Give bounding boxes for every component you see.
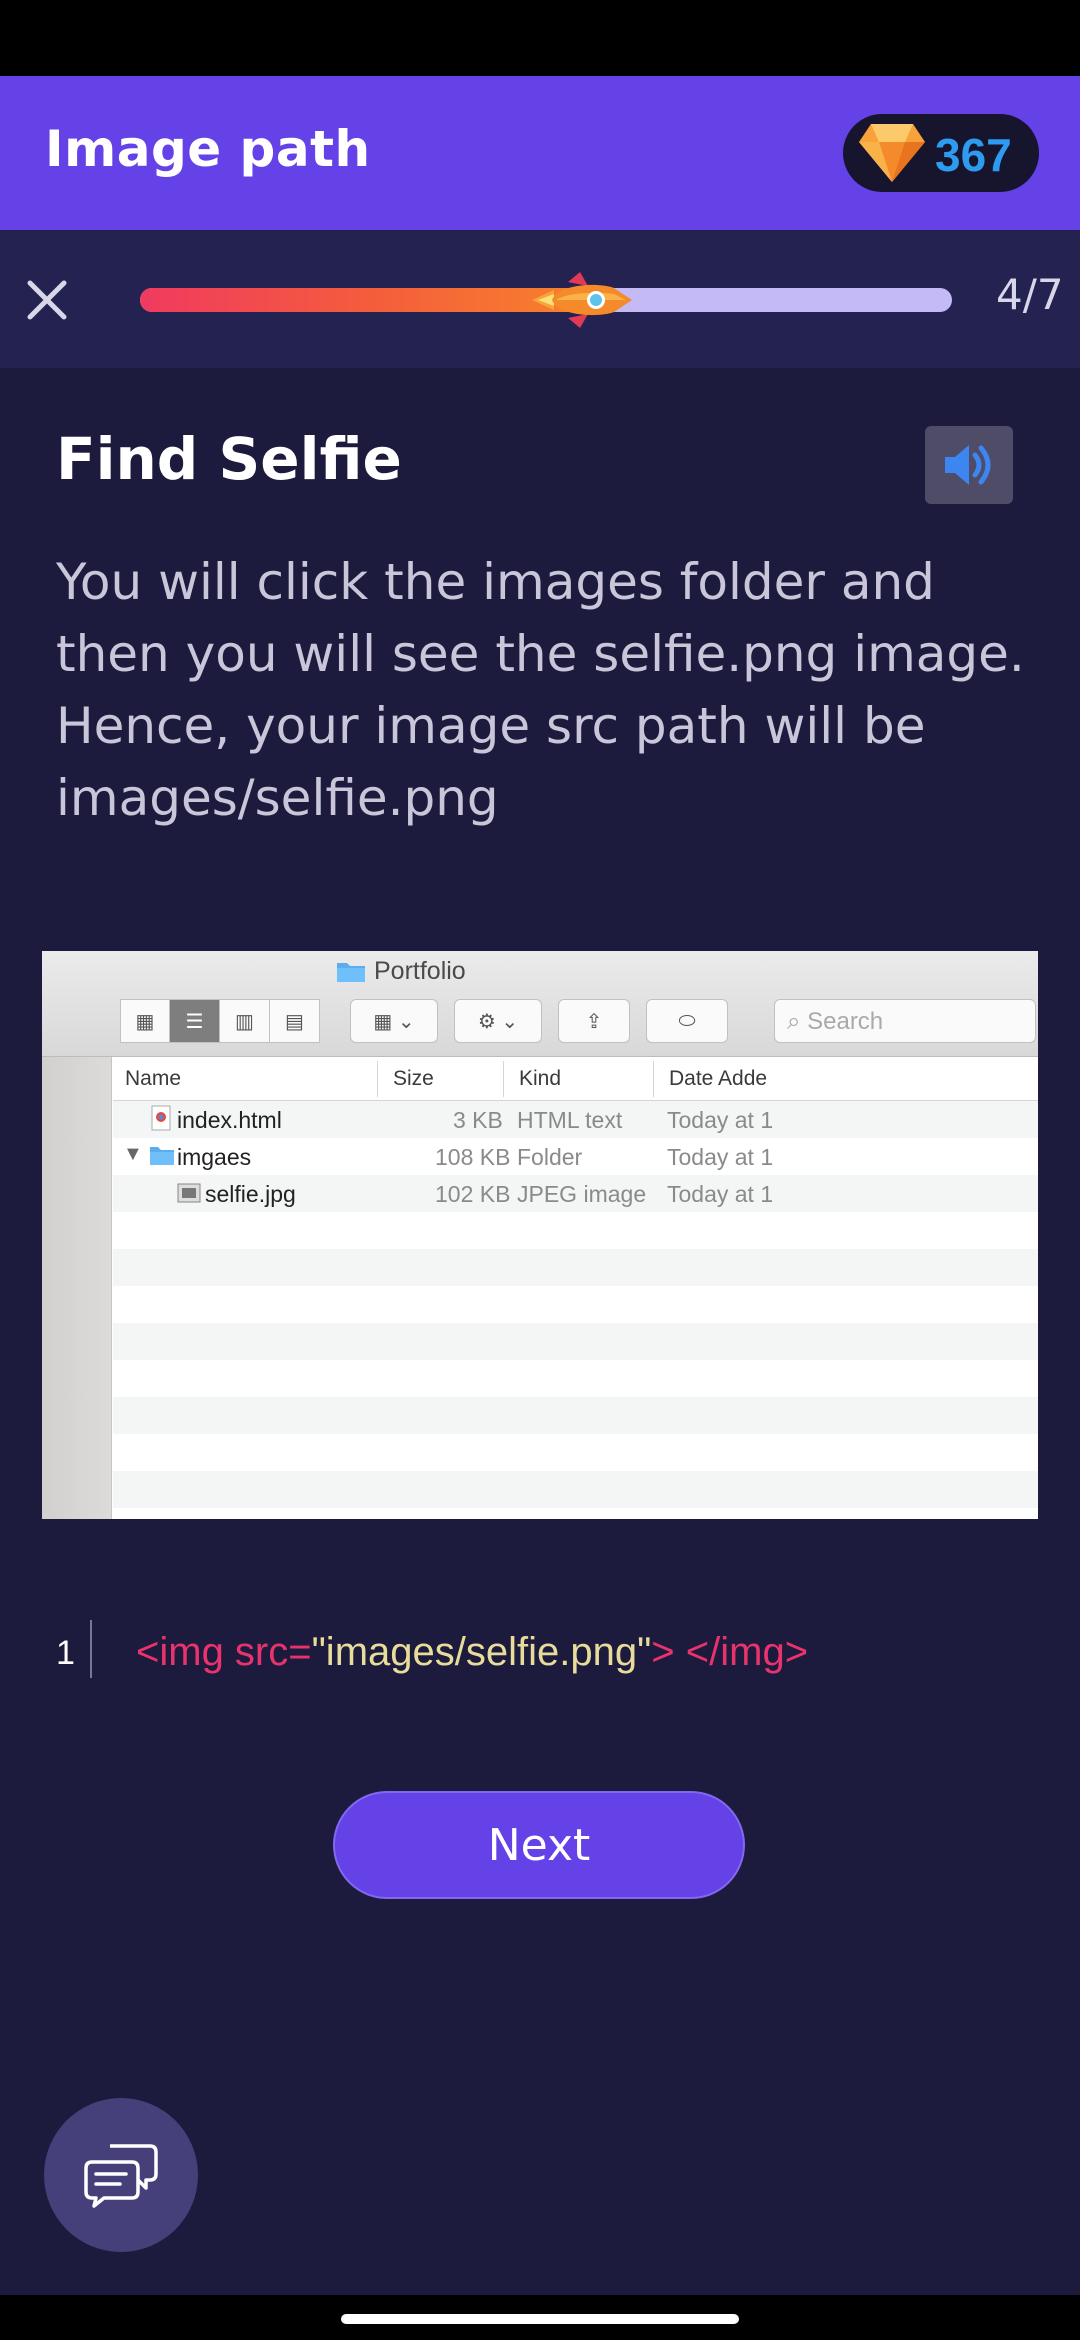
step-counter: 4/7	[996, 270, 1064, 319]
code-tag-close: > </img>	[651, 1630, 809, 1674]
finder-window-title: Portfolio	[336, 957, 466, 986]
empty-row	[113, 1286, 1038, 1323]
app-header: Image path 367	[0, 76, 1080, 230]
empty-row	[113, 1249, 1038, 1286]
file-row: selfie.jpg 102 KB JPEG image Today at 1	[113, 1175, 1038, 1212]
finder-toolbar: Portfolio ▦ ☰ ▥ ▤ ▦ ⌄ ⚙ ⌄ ⇪ ⬭ ⌕ Search	[42, 951, 1038, 1057]
column-name: Name	[125, 1067, 182, 1090]
gutter-divider	[90, 1620, 92, 1678]
html-file-icon	[151, 1105, 171, 1137]
gem-count: 367	[935, 129, 1012, 181]
list-view-button: ☰	[170, 999, 220, 1043]
folder-icon	[337, 963, 365, 982]
action-menu: ⚙ ⌄	[454, 999, 542, 1043]
rocket-icon	[532, 272, 632, 328]
finder-sidebar	[42, 1057, 112, 1519]
finder-file-list: Name Size Kind Date Adde index.html 3 KB…	[113, 1057, 1038, 1519]
empty-row	[113, 1434, 1038, 1471]
file-row: index.html 3 KB HTML text Today at 1	[113, 1101, 1038, 1138]
empty-row	[113, 1323, 1038, 1360]
progress-track	[140, 272, 952, 328]
tag-icon: ⬭	[646, 999, 728, 1043]
page-title: Image path	[45, 120, 371, 178]
group-menu: ▦ ⌄	[350, 999, 438, 1043]
gear-icon: ⚙ ⌄	[454, 999, 542, 1043]
finder-screenshot: Portfolio ▦ ☰ ▥ ▤ ▦ ⌄ ⚙ ⌄ ⇪ ⬭ ⌕ Search N…	[42, 951, 1038, 1519]
empty-row	[113, 1212, 1038, 1249]
empty-row	[113, 1397, 1038, 1434]
finder-search-field: ⌕ Search	[774, 999, 1036, 1043]
image-file-icon	[177, 1182, 201, 1210]
view-switcher: ▦ ☰ ▥ ▤	[120, 999, 320, 1043]
group-button: ▦ ⌄	[350, 999, 438, 1043]
column-date: Date Adde	[669, 1067, 768, 1090]
code-string: "images/selfie.png"	[311, 1630, 652, 1674]
line-number: 1	[56, 1634, 75, 1672]
gem-badge[interactable]: 367	[843, 114, 1039, 192]
folder-icon	[149, 1144, 175, 1172]
disclosure-triangle-icon: ▼	[123, 1143, 143, 1165]
diamond-icon	[859, 124, 925, 182]
icon-view-button: ▦	[120, 999, 170, 1043]
gallery-view-button: ▤	[270, 999, 320, 1043]
speaker-icon	[945, 445, 991, 485]
next-button[interactable]: Next	[333, 1791, 745, 1899]
finder-column-headers: Name Size Kind Date Adde	[113, 1057, 1038, 1101]
tag-group: ⬭	[646, 999, 728, 1043]
close-button[interactable]	[22, 275, 72, 325]
home-indicator[interactable]	[341, 2314, 739, 2324]
chat-bubbles-icon	[84, 2144, 158, 2208]
status-bar	[0, 0, 1080, 76]
close-icon	[27, 280, 67, 320]
file-row: ▼ imgaes 108 KB Folder Today at 1	[123, 1143, 774, 1172]
chat-button[interactable]	[44, 2098, 198, 2252]
code-text: <img src="images/selfie.png"> </img>	[136, 1630, 808, 1675]
lesson-body: You will click the images folder and the…	[56, 553, 1025, 827]
code-tag-open: <img src=	[136, 1630, 312, 1674]
share-group: ⇪	[558, 999, 630, 1043]
lesson-title: Find Selfie	[56, 425, 402, 493]
column-kind: Kind	[519, 1067, 562, 1090]
share-icon: ⇪	[558, 999, 630, 1043]
empty-row	[113, 1360, 1038, 1397]
progress-strip: 4/7	[0, 230, 1080, 368]
audio-button[interactable]	[925, 426, 1013, 504]
empty-row	[113, 1471, 1038, 1508]
column-size: Size	[393, 1067, 434, 1090]
column-view-button: ▥	[220, 999, 270, 1043]
